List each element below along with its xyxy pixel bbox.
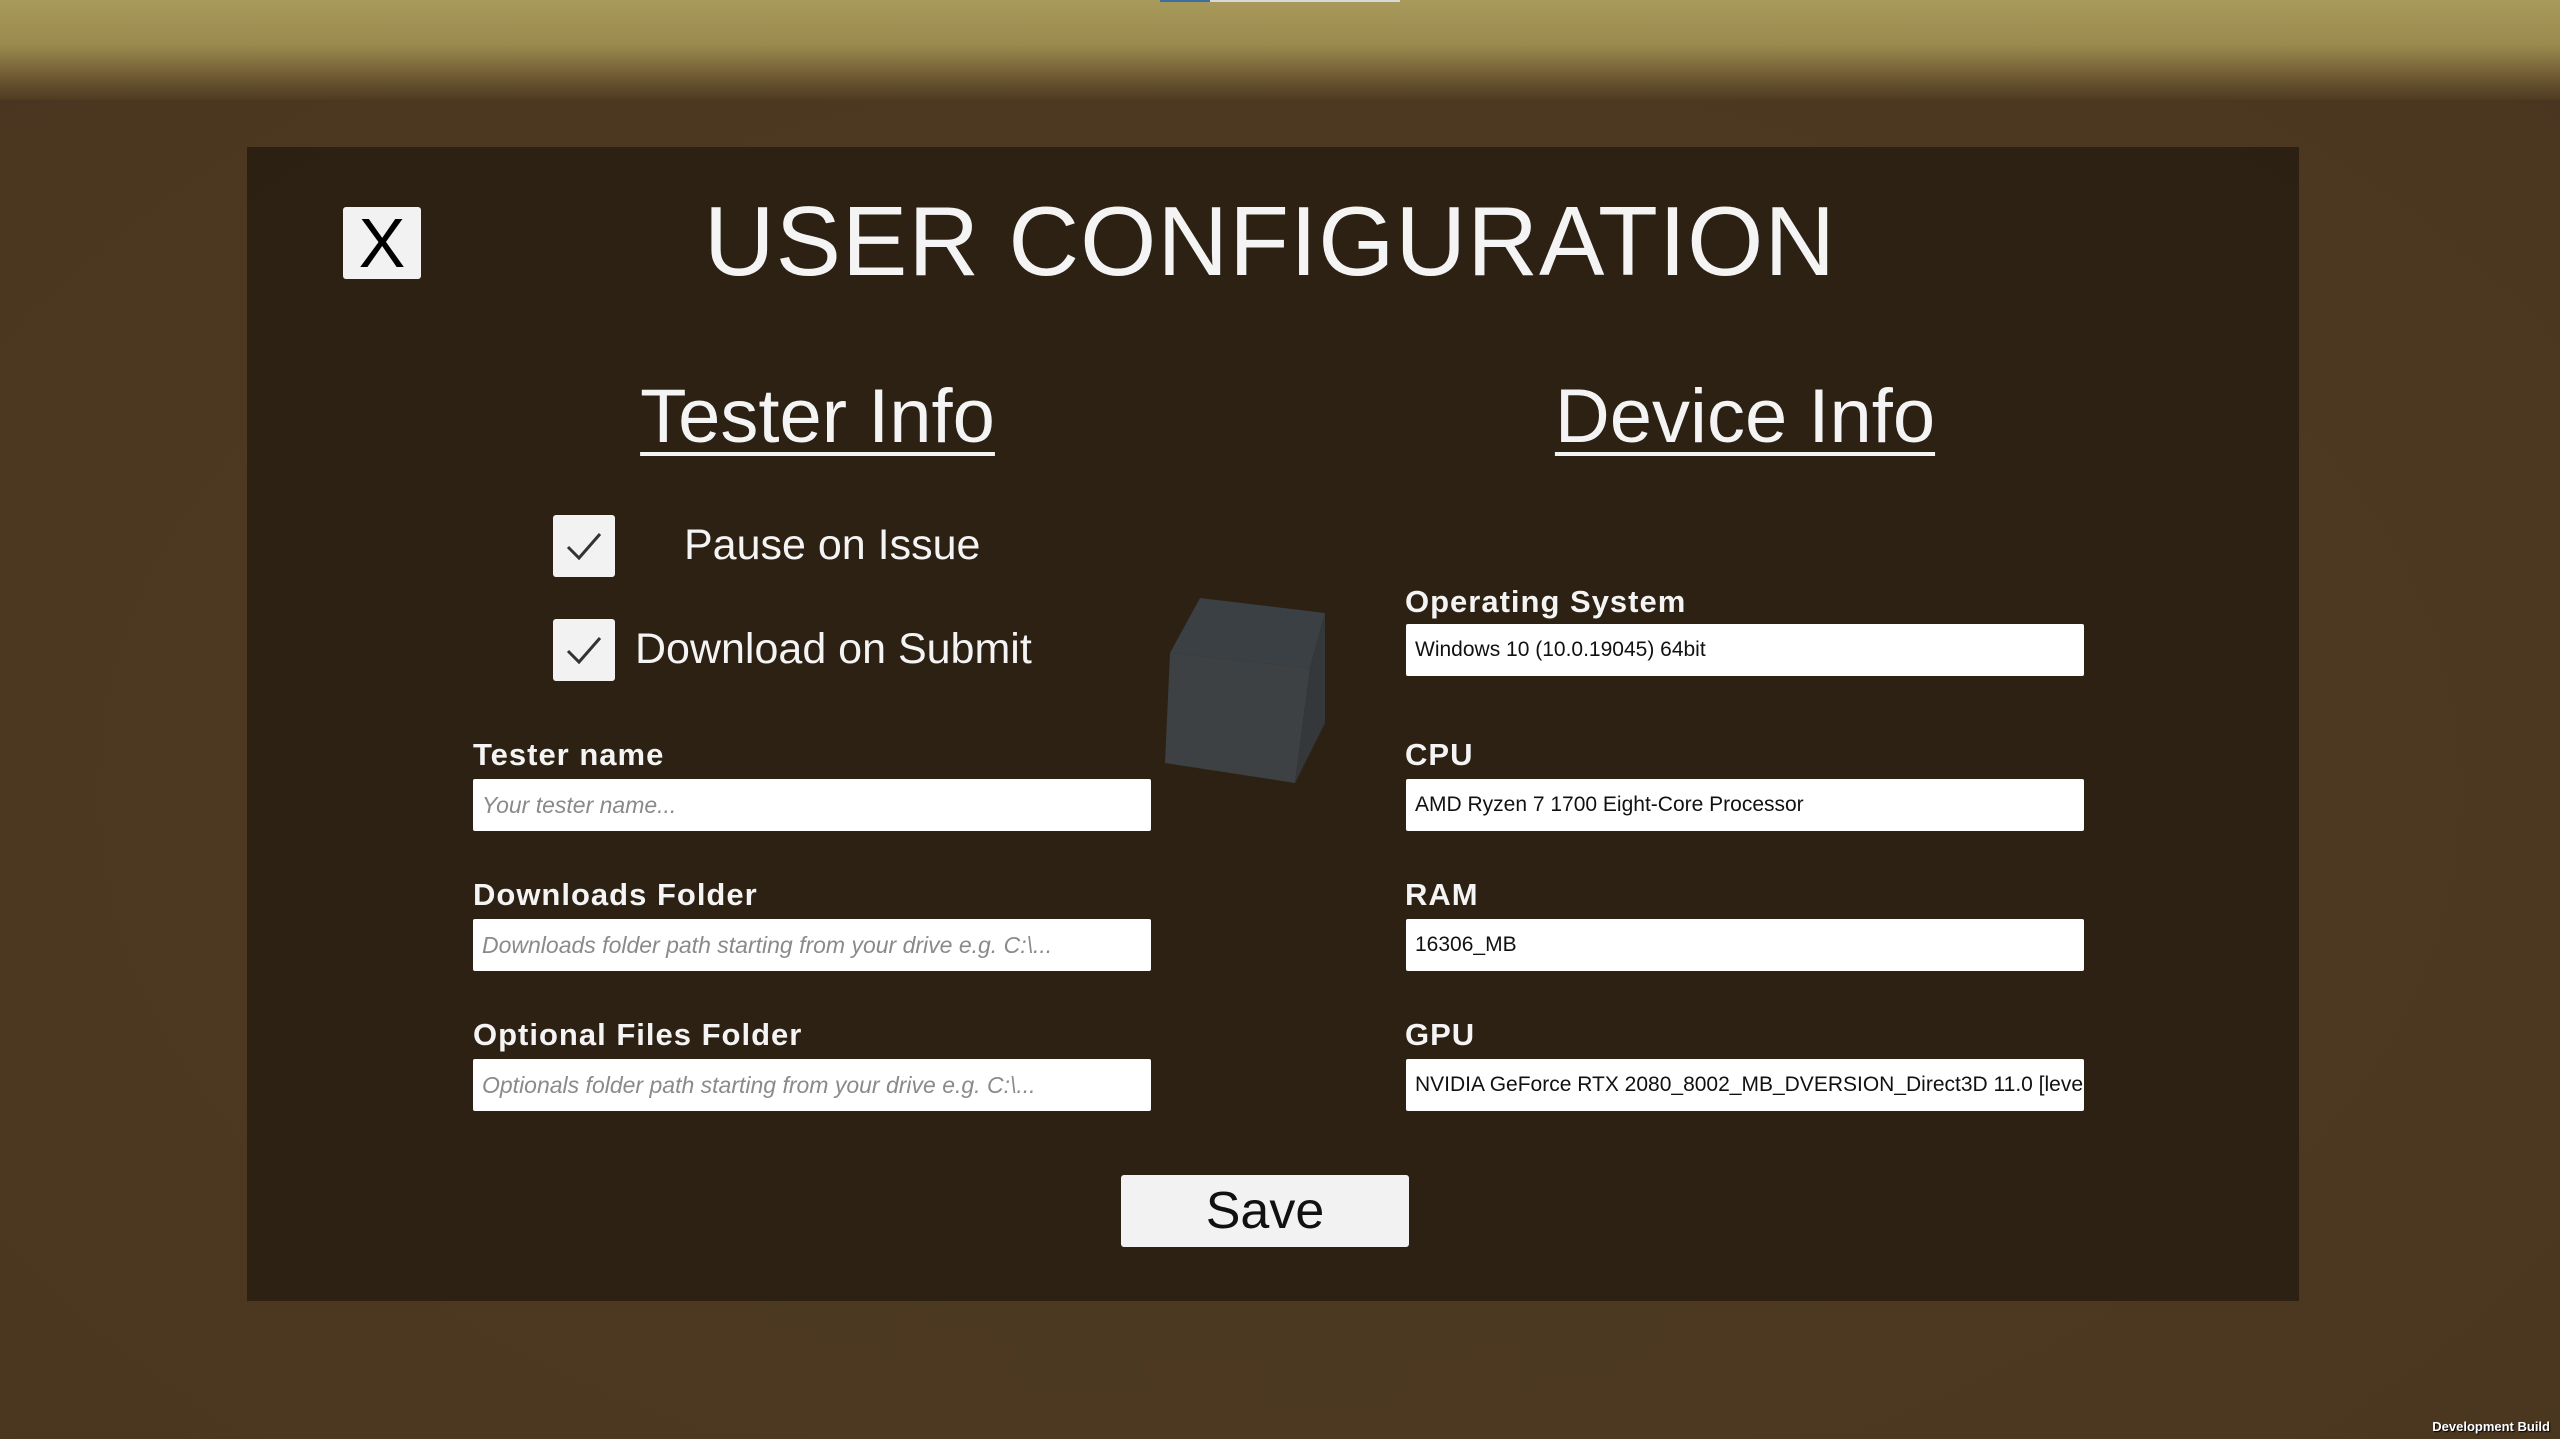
cpu-field[interactable]: AMD Ryzen 7 1700 Eight-Core Processor	[1406, 779, 2084, 831]
tester-info-heading: Tester Info	[640, 374, 995, 459]
os-field[interactable]: Windows 10 (10.0.19045) 64bit	[1406, 624, 2084, 676]
tester-name-input[interactable]	[473, 779, 1151, 831]
cpu-label: CPU	[1405, 737, 1474, 772]
download-on-submit-label: Download on Submit	[635, 625, 1032, 673]
device-info-heading: Device Info	[1554, 374, 1936, 459]
top-progress-strip	[1160, 0, 1400, 2]
ram-field[interactable]: 16306_MB	[1406, 919, 2084, 971]
checkmark-icon	[566, 637, 602, 665]
background-sky	[0, 0, 2560, 100]
page-title: USER CONFIGURATION	[703, 186, 1837, 296]
pause-on-issue-checkbox[interactable]	[553, 515, 615, 577]
optional-files-folder-input[interactable]	[473, 1059, 1151, 1111]
optional-files-folder-label: Optional Files Folder	[473, 1017, 803, 1052]
download-on-submit-checkbox[interactable]	[553, 619, 615, 681]
pause-on-issue-label: Pause on Issue	[684, 521, 981, 569]
save-button[interactable]: Save	[1121, 1175, 1409, 1247]
close-icon: X	[358, 204, 406, 282]
ram-label: RAM	[1405, 877, 1479, 912]
cube-3d-object	[1165, 598, 1325, 783]
gpu-label: GPU	[1405, 1017, 1476, 1052]
development-build-label: Development Build	[2432, 1419, 2550, 1434]
downloads-folder-label: Downloads Folder	[473, 877, 758, 912]
checkmark-icon	[566, 533, 602, 561]
os-label: Operating System	[1405, 584, 1687, 619]
gpu-field[interactable]: NVIDIA GeForce RTX 2080_8002_MB_DVERSION…	[1406, 1059, 2084, 1111]
downloads-folder-input[interactable]	[473, 919, 1151, 971]
tester-name-label: Tester name	[473, 737, 665, 772]
close-button[interactable]: X	[343, 207, 421, 279]
